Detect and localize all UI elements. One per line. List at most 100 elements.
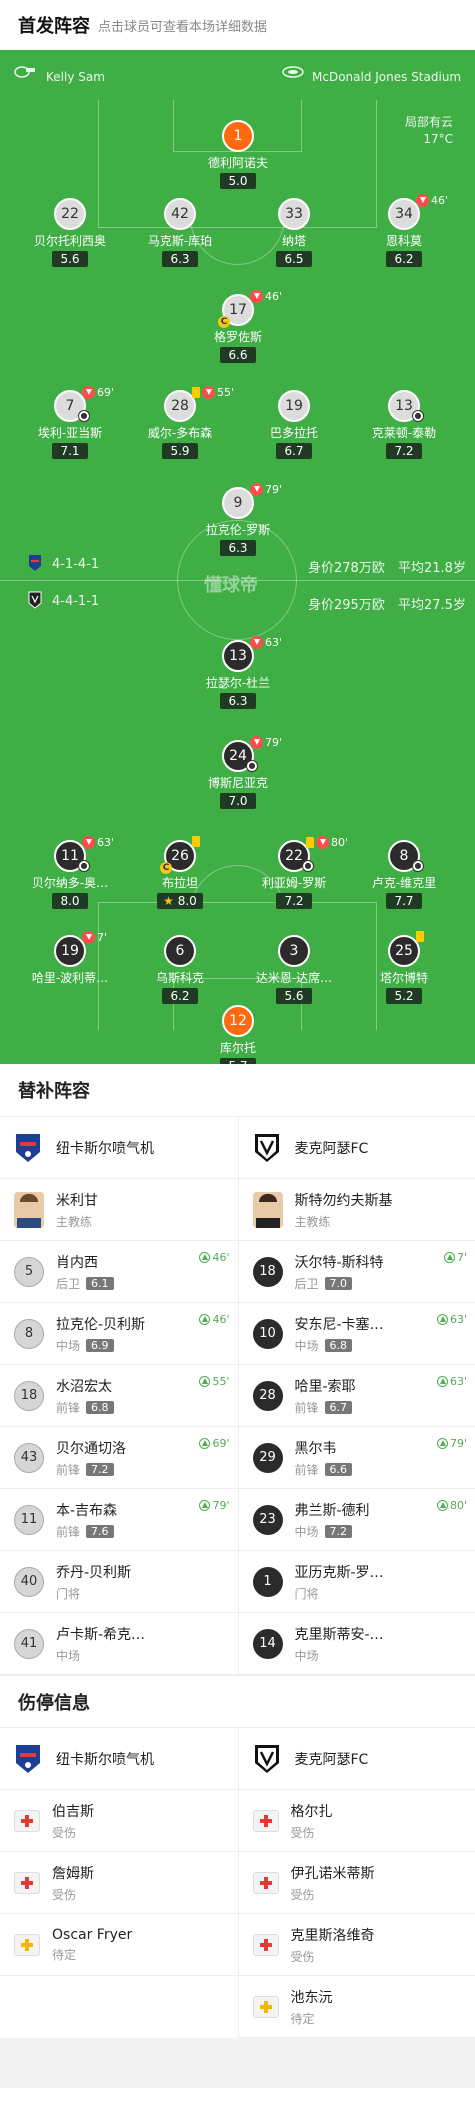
home-player-9[interactable]: 9 79' 拉克伦-罗斯 6.3	[178, 483, 298, 556]
sub-player-row[interactable]: 18 水沼宏太 前锋 6.8 55'	[0, 1365, 238, 1427]
away-player-24[interactable]: 24 79' ● 博斯尼亚克 7.0	[178, 736, 298, 809]
home-player-7[interactable]: 7 69' ● 埃利-亚当斯 7.1	[10, 386, 130, 459]
sub-minute: 79'	[265, 736, 283, 749]
player-name: 马克斯-库珀	[147, 234, 213, 248]
macarthur-fc-crest-icon	[254, 1133, 279, 1162]
subs-home-team[interactable]: 纽卡斯尔喷气机	[0, 1117, 238, 1179]
sub-on-minute: 79'	[212, 1499, 230, 1512]
weather: 局部有云	[404, 115, 453, 129]
rating-value: 6.5	[284, 252, 304, 266]
injury-row[interactable]: 伊孔诺米蒂斯 受伤	[238, 1852, 475, 1914]
away-player-3[interactable]: 3 达米恩-达席… 5.6	[234, 935, 354, 1004]
sub-minute: 79'	[265, 483, 283, 496]
injury-row[interactable]: Oscar Fryer 待定	[0, 1914, 238, 1976]
home-player-42[interactable]: 42 马克斯-库珀 6.3	[120, 198, 240, 267]
player-name: 贝尔纳多-奥…	[31, 876, 109, 890]
event-badge: 63'	[250, 636, 282, 649]
sub-player-row[interactable]: 23 弗兰斯-德利 中场 7.2 80'	[238, 1489, 475, 1551]
sub-number: 23	[252, 1504, 283, 1535]
injury-home-column: 纽卡斯尔喷气机 伯吉斯 受伤 詹姆斯 受伤 Oscar Fryer 待定	[0, 1728, 238, 2038]
event-badge: 79'	[250, 736, 282, 749]
injured-player-name: Oscar Fryer	[52, 1926, 133, 1943]
sub-event: 63'	[436, 1313, 467, 1326]
sub-player-row[interactable]: 10 安东尼-卡塞… 中场 6.8 63'	[238, 1303, 475, 1365]
rating-value: 6.3	[228, 541, 248, 555]
sub-player-row[interactable]: 11 本-吉布森 前锋 7.6 79'	[0, 1489, 238, 1551]
sub-on-minute: 79'	[449, 1437, 467, 1450]
sub-player-row[interactable]: 40 乔丹-贝利斯 门将	[0, 1551, 238, 1613]
away-player-19[interactable]: 19 7' 哈里-波利蒂…	[10, 931, 130, 986]
home-player-28[interactable]: 28 55' 威尔-多布森 5.9	[120, 386, 240, 459]
away-player-25[interactable]: 25 塔尔博特 5.2	[344, 931, 464, 1004]
away-player-22[interactable]: 22 80' ● 利亚姆-罗斯 7.2	[234, 836, 354, 909]
subs-away-column: 麦克阿瑟FC 斯特勿约夫斯基 主教练 18 沃尔特-斯科特 后卫 7.0 7' 10 安东尼-…	[237, 1117, 475, 1675]
injury-row[interactable]: 伯吉斯 受伤	[0, 1790, 238, 1852]
sub-minute: 46'	[431, 194, 449, 207]
sub-event: 69'	[199, 1437, 230, 1450]
home-value: 身价278万欧	[308, 561, 385, 576]
sub-player-row[interactable]: 14 克里斯蒂安-… 中场	[238, 1613, 475, 1675]
sub-player-row[interactable]: 29 黑尔韦 前锋 6.6 79'	[238, 1427, 475, 1489]
sub-minute: 7'	[97, 931, 108, 944]
away-player-13[interactable]: 13 63' 拉瑟尔-杜兰 6.3	[178, 636, 298, 709]
sub-player-row[interactable]: 8 拉克伦-贝利斯 中场 6.9 46'	[0, 1303, 238, 1365]
sub-event: 46'	[199, 1313, 230, 1326]
sub-position: 中场	[294, 1524, 319, 1539]
sub-player-row[interactable]: 43 贝尔通切洛 前锋 7.2 69'	[0, 1427, 238, 1489]
goal-ball-icon: ●	[412, 860, 424, 872]
referee-name: Kelly Sam	[46, 70, 105, 84]
sub-event: 7'	[443, 1251, 467, 1264]
sub-player-row[interactable]: 18 沃尔特-斯科特 后卫 7.0 7'	[238, 1241, 475, 1303]
home-player-19[interactable]: 19 巴多拉托 6.7	[234, 390, 354, 459]
sub-position: 后卫	[56, 1276, 81, 1291]
sub-number: 11	[14, 1504, 44, 1535]
injury-away-column: 麦克阿瑟FC 格尔扎 受伤 伊孔诺米蒂斯 受伤 克里斯洛维奇 受伤 池东沅 待定	[237, 1728, 475, 2038]
sub-on-minute: 69'	[212, 1437, 230, 1450]
sub-number: 10	[252, 1318, 283, 1349]
goal-ball-icon: ●	[78, 410, 90, 422]
home-player-1[interactable]: 1 德利阿诺夫 5.0	[178, 120, 298, 189]
sub-event: 80'	[436, 1499, 467, 1512]
player-rating: 8.0	[52, 893, 88, 909]
home-player-33[interactable]: 33 纳塔 6.5	[234, 198, 354, 267]
home-player-34[interactable]: 34 46' 恩科莫 6.2	[344, 194, 464, 267]
sub-name: 肖内西	[56, 1254, 98, 1271]
away-player-6[interactable]: 6 乌斯科克 6.2	[120, 935, 240, 1004]
sub-number: 14	[252, 1628, 283, 1659]
sub-off-icon	[82, 386, 95, 399]
home-coach[interactable]: 米利甘 主教练	[0, 1179, 238, 1241]
player-rating: 5.2	[386, 988, 422, 1004]
away-coach[interactable]: 斯特勿约夫斯基 主教练	[238, 1179, 475, 1241]
home-player-13[interactable]: 13 ● 克莱顿-泰勒 7.2	[344, 390, 464, 459]
injury-row[interactable]: 池东沅 待定	[238, 1976, 475, 2038]
away-player-26[interactable]: 26 C 布拉坦 ★ 8.0	[120, 836, 240, 909]
home-player-22[interactable]: 22 贝尔托利西奥 5.6	[10, 198, 130, 267]
injury-home-team[interactable]: 纽卡斯尔喷气机	[0, 1728, 238, 1790]
macarthur-fc-crest-icon	[28, 591, 42, 609]
sub-rating: 6.1	[86, 1276, 114, 1290]
event-badge: 69'	[82, 386, 114, 399]
injury-row[interactable]: 詹姆斯 受伤	[0, 1852, 238, 1914]
sub-player-row[interactable]: 5 肖内西 后卫 6.1 46'	[0, 1241, 238, 1303]
sub-rating: 6.6	[324, 1462, 353, 1476]
stadium-icon	[282, 66, 304, 78]
away-player-12[interactable]: 12库尔托5.7	[178, 1005, 298, 1064]
home-avg-age: 平均21.8岁	[398, 561, 466, 576]
sub-player-row[interactable]: 28 哈里-索耶 前锋 6.7 63'	[238, 1365, 475, 1427]
injury-row[interactable]: 克里斯洛维奇 受伤	[238, 1914, 475, 1976]
injury-away-team[interactable]: 麦克阿瑟FC	[238, 1728, 475, 1790]
subs-home-column: 纽卡斯尔喷气机 米利甘 主教练 5 肖内西 后卫 6.1 46' 8 拉克伦-贝利斯 中场 6.9…	[0, 1117, 238, 1675]
away-player-8[interactable]: 8 ● 卢克-维克里 7.7	[344, 840, 464, 909]
player-number: 12	[222, 1005, 254, 1037]
yellow-card-icon	[192, 836, 200, 847]
sub-player-row[interactable]: 1 亚历克斯-罗… 门将	[238, 1551, 475, 1613]
sub-player-row[interactable]: 41 卢卡斯-希克… 中场	[0, 1613, 238, 1675]
injured-player-name: 克里斯洛维奇	[290, 1927, 375, 1944]
subs-away-team[interactable]: 麦克阿瑟FC	[238, 1117, 475, 1179]
player-name: 德利阿诺夫	[207, 156, 268, 170]
home-player-17[interactable]: 17 46' C 格罗佐斯 6.6	[178, 290, 298, 363]
rating-value: 7.2	[284, 894, 304, 908]
injury-row[interactable]: 格尔扎 受伤	[238, 1790, 475, 1852]
sub-name: 拉克伦-贝利斯	[56, 1316, 146, 1333]
away-player-11[interactable]: 11 63' ● 贝尔纳多-奥… 8.0	[10, 836, 130, 909]
